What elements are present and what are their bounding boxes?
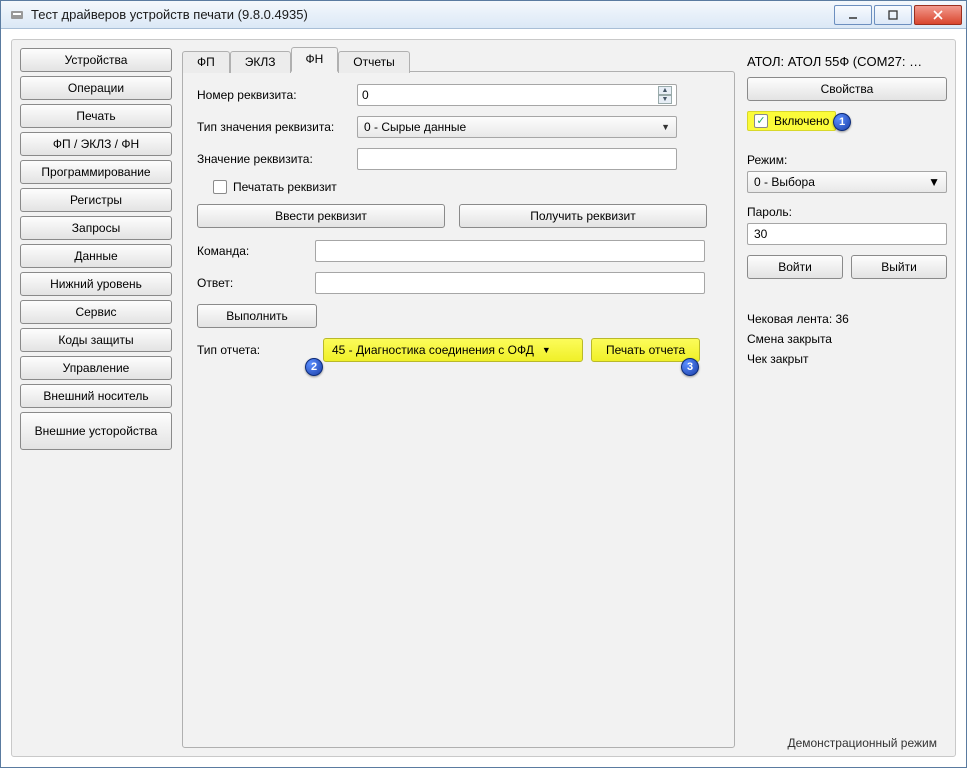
requisite-value-input[interactable] [357,148,677,170]
tab-eklz[interactable]: ЭКЛЗ [230,51,291,73]
enabled-label: Включено [774,114,829,128]
properties-button[interactable]: Свойства [747,77,947,101]
report-type-value: 45 - Диагностика соединения с ОФД [332,343,534,357]
login-button[interactable]: Войти [747,255,843,279]
mode-combo[interactable]: 0 - Выбора ▼ [747,171,947,193]
nav-low-level[interactable]: Нижний уровень [20,272,172,296]
report-type-label: Тип отчета: [197,343,315,357]
tab-body: Номер реквизита: 0 ▲▼ Тип значения рекви… [182,71,735,748]
nav-print[interactable]: Печать [20,104,172,128]
chevron-down-icon: ▼ [928,175,940,189]
marker-badge-1: 1 [833,113,851,131]
left-nav: Устройства Операции Печать ФП / ЭКЛЗ / Ф… [20,48,172,748]
requisite-number-label: Номер реквизита: [197,88,357,102]
mode-label: Режим: [747,153,947,167]
enabled-checkbox[interactable] [754,114,768,128]
session-status: Смена закрыта [747,329,947,349]
status-bar: Демонстрационный режим [787,736,937,750]
chevron-down-icon: ▼ [542,345,551,355]
nav-service[interactable]: Сервис [20,300,172,324]
tab-fn[interactable]: ФН [291,47,339,72]
enabled-wrapper: Включено [747,111,836,131]
tape-status: Чековая лента: 36 [747,309,947,329]
titlebar: Тест драйверов устройств печати (9.8.0.4… [1,1,966,29]
requisite-value-label: Значение реквизита: [197,152,357,166]
nav-requests[interactable]: Запросы [20,216,172,240]
command-input[interactable] [315,240,705,262]
spinner-up-icon[interactable]: ▲ [658,86,672,95]
maximize-button[interactable] [874,5,912,25]
answer-input[interactable] [315,272,705,294]
command-label: Команда: [197,244,315,258]
app-icon [9,7,25,23]
get-requisite-button[interactable]: Получить реквизит [459,204,707,228]
receipt-status: Чек закрыт [747,349,947,369]
print-requisite-checkbox[interactable] [213,180,227,194]
logout-button[interactable]: Выйти [851,255,947,279]
center-column: ФП ЭКЛЗ ФН Отчеты Номер реквизита: 0 ▲▼ … [182,48,735,748]
requisite-type-label: Тип значения реквизита: [197,120,357,134]
tab-reports[interactable]: Отчеты [338,51,409,73]
report-type-combo[interactable]: 45 - Диагностика соединения с ОФД ▼ [323,338,583,362]
tab-fp[interactable]: ФП [182,51,230,73]
nav-programming[interactable]: Программирование [20,160,172,184]
print-report-button[interactable]: Печать отчета [591,338,700,362]
execute-button[interactable]: Выполнить [197,304,317,328]
device-name: АТОЛ: АТОЛ 55Ф (COM27: … [747,54,947,69]
print-requisite-label: Печатать реквизит [233,180,337,194]
nav-registers[interactable]: Регистры [20,188,172,212]
marker-badge-3: 3 [681,358,699,376]
nav-operations[interactable]: Операции [20,76,172,100]
password-label: Пароль: [747,205,947,219]
requisite-number-input[interactable]: 0 ▲▼ [357,84,677,106]
spinner-down-icon[interactable]: ▼ [658,95,672,104]
minimize-button[interactable] [834,5,872,25]
close-button[interactable] [914,5,962,25]
marker-badge-2: 2 [305,358,323,376]
nav-control[interactable]: Управление [20,356,172,380]
nav-external-devices[interactable]: Внешние усторойства [20,412,172,450]
requisite-type-value: 0 - Сырые данные [364,120,466,134]
answer-label: Ответ: [197,276,315,290]
app-window: Тест драйверов устройств печати (9.8.0.4… [0,0,967,768]
nav-fp-eklz-fn[interactable]: ФП / ЭКЛЗ / ФН [20,132,172,156]
tab-strip: ФП ЭКЛЗ ФН Отчеты [182,48,735,72]
mode-value: 0 - Выбора [754,175,815,189]
window-title: Тест драйверов устройств печати (9.8.0.4… [31,7,834,22]
nav-devices[interactable]: Устройства [20,48,172,72]
nav-data[interactable]: Данные [20,244,172,268]
requisite-type-combo[interactable]: 0 - Сырые данные ▼ [357,116,677,138]
right-column: АТОЛ: АТОЛ 55Ф (COM27: … Свойства Включе… [747,48,947,748]
chevron-down-icon: ▼ [661,122,670,132]
nav-protection-codes[interactable]: Коды защиты [20,328,172,352]
nav-external-media[interactable]: Внешний носитель [20,384,172,408]
password-input[interactable] [747,223,947,245]
requisite-number-value: 0 [362,88,658,102]
enter-requisite-button[interactable]: Ввести реквизит [197,204,445,228]
